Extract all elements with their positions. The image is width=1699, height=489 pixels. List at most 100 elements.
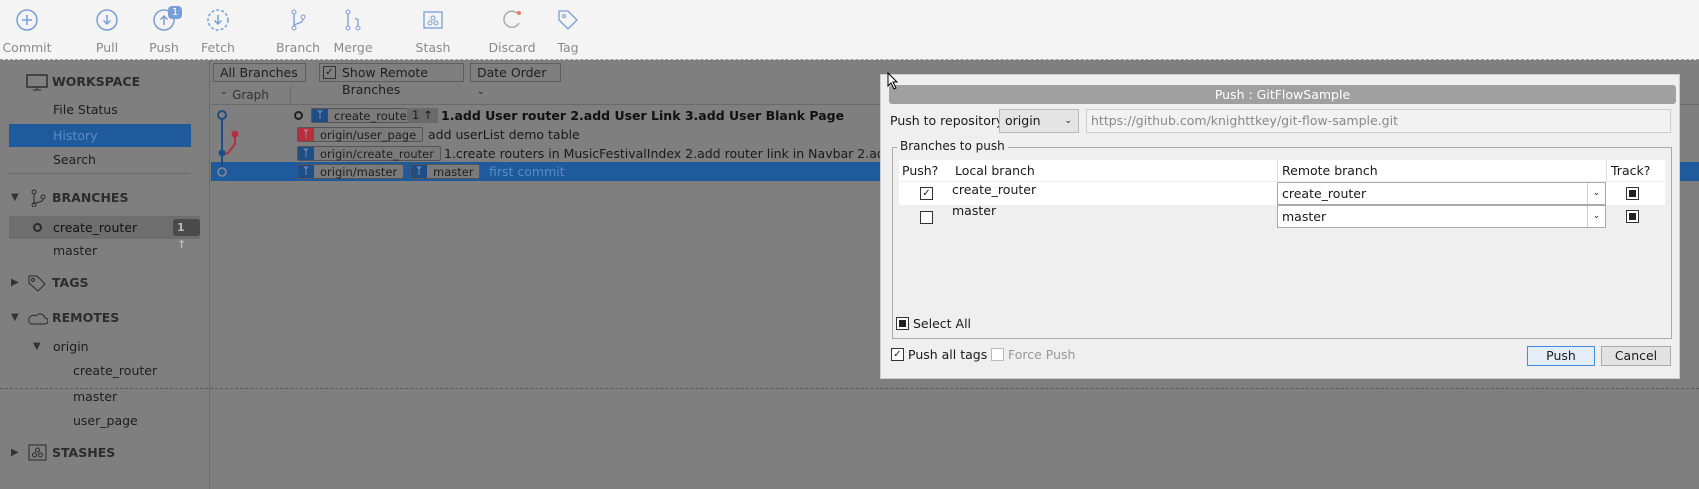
ref-name: master — [433, 165, 474, 179]
remote-branch-combo[interactable]: master ⌄ — [1277, 205, 1606, 228]
push-checkbox[interactable] — [920, 211, 933, 224]
branch-ref-tag: ᛉ master — [410, 164, 480, 179]
section-remotes[interactable]: ▼ REMOTES — [0, 307, 210, 329]
merge-button[interactable]: Merge — [323, 8, 383, 55]
section-workspace[interactable]: WORKSPACE — [0, 71, 210, 93]
commit-node — [217, 110, 227, 120]
history-label: History — [53, 128, 98, 143]
section-stashes[interactable]: ▶ STASHES — [0, 442, 210, 464]
chevron-down-icon: ▼ — [33, 341, 41, 352]
fetch-icon — [207, 9, 229, 31]
commit-message: 1.create routers in MusicFestivalIndex 2… — [444, 146, 934, 161]
fetch-button[interactable]: Fetch — [188, 8, 248, 55]
branch-icon: ᛉ — [411, 165, 427, 178]
push-checkbox[interactable]: ✓ — [920, 187, 933, 200]
sidebar-remote-branch[interactable]: create_router — [0, 360, 210, 382]
stash-button[interactable]: Stash — [403, 8, 463, 55]
branch-row: master master ⌄ — [899, 203, 1665, 228]
checkbox-indeterminate[interactable] — [896, 317, 909, 330]
merge-label: Merge — [333, 40, 373, 55]
ref-name: origin/create_router — [320, 147, 434, 161]
workspace-label: WORKSPACE — [52, 74, 141, 89]
commit-message: first commit — [489, 164, 565, 179]
track-checkbox[interactable] — [1626, 187, 1639, 200]
sidebar-branch-create-router[interactable]: create_router 1 ↑ — [9, 216, 200, 251]
branch-name: create_router — [53, 220, 138, 235]
remote-branch-combo[interactable]: create_router ⌄ — [1277, 182, 1606, 205]
file-status-label: File Status — [53, 102, 118, 117]
graph-column-header[interactable]: Graph — [211, 86, 291, 105]
checkbox-unchecked[interactable] — [991, 348, 1004, 361]
stashes-label: STASHES — [52, 445, 116, 460]
order-value: Date Order — [477, 65, 547, 80]
cloud-icon — [28, 313, 48, 325]
push-dialog: Push : GitFlowSample Push to repository:… — [880, 74, 1680, 379]
sidebar-branch-master[interactable]: master — [0, 240, 210, 262]
local-branch: master — [952, 203, 997, 218]
show-remote-branches-checkbox[interactable]: ✓ Show Remote Branches — [319, 63, 464, 97]
commit-button[interactable]: Commit — [0, 8, 57, 55]
chevron-down-icon: ⌄ — [1064, 116, 1072, 126]
checkbox-checked[interactable]: ✓ — [891, 348, 904, 361]
cancel-button[interactable]: Cancel — [1601, 346, 1671, 366]
pane-splitter[interactable] — [0, 388, 1699, 389]
mouse-cursor-icon — [887, 72, 899, 90]
remote-branch-name: create_router — [73, 363, 158, 378]
tags-label: TAGS — [52, 275, 89, 290]
ahead-badge: 1 ↑ — [407, 108, 438, 123]
ref-name: create_router — [334, 109, 412, 123]
push-confirm-button[interactable]: Push — [1527, 346, 1595, 366]
repository-value: origin — [1005, 113, 1041, 128]
tag-label: Tag — [557, 40, 579, 55]
group-label: Branches to push — [897, 139, 1008, 153]
select-all-checkbox[interactable]: Select All — [896, 316, 971, 332]
section-tags[interactable]: ▶ TAGS — [0, 272, 210, 294]
chevron-down-icon: ⌄ — [1587, 206, 1605, 227]
push-all-tags-checkbox[interactable]: ✓ Push all tags — [891, 347, 987, 363]
repository-url-field[interactable]: https://github.com/knighttkey/git-flow-s… — [1086, 109, 1671, 133]
col-push: Push? — [902, 163, 939, 178]
branch-icon — [31, 189, 46, 207]
col-local: Local branch — [955, 163, 1035, 178]
url-value: https://github.com/knighttkey/git-flow-s… — [1091, 113, 1398, 128]
commit-label: Commit — [2, 40, 52, 55]
branch-button[interactable]: Branch — [268, 8, 328, 55]
sidebar-remote-branch[interactable]: master — [0, 386, 210, 408]
push-count-badge: 1 — [168, 6, 183, 19]
branches-label: BRANCHES — [52, 190, 129, 205]
merge-icon — [345, 9, 361, 31]
branch-icon: ᛉ — [298, 147, 314, 160]
commit-graph — [217, 110, 239, 177]
branch-ref-tag: ᛉ origin/create_router — [297, 146, 441, 161]
branch-icon: ᛉ — [298, 128, 314, 141]
pull-button[interactable]: Pull — [77, 8, 137, 55]
repository-select[interactable]: origin ⌄ — [999, 109, 1079, 133]
remote-branch-value: master — [1282, 209, 1327, 224]
branch-ref-tag: ᛉ create_router — [311, 108, 419, 123]
force-push-checkbox[interactable]: Force Push — [991, 347, 1075, 363]
push-all-tags-label: Push all tags — [908, 347, 988, 362]
sidebar-remote-branch[interactable]: user_page — [0, 410, 210, 432]
commit-message: add userList demo table — [428, 127, 580, 142]
section-branches[interactable]: ▼ BRANCHES — [0, 187, 210, 209]
discard-icon — [503, 10, 521, 28]
branch-icon — [291, 9, 306, 31]
discard-button[interactable]: Discard — [482, 8, 542, 55]
commit-node — [217, 167, 227, 177]
sidebar-remote-origin[interactable]: ▼ origin — [0, 336, 210, 358]
checkbox-checked[interactable]: ✓ — [323, 66, 336, 79]
tag-icon — [28, 275, 46, 292]
branch-filter-dropdown[interactable]: All Branches ⌄ — [213, 63, 306, 97]
branch-label: Branch — [275, 40, 321, 55]
track-checkbox[interactable] — [1626, 210, 1639, 223]
remote-branch-name: master — [73, 389, 118, 404]
toolbar: Commit Pull 1 Push Fetch Branch Merge Sta… — [0, 0, 1699, 60]
sidebar-item-file-status[interactable]: File Status — [0, 99, 210, 121]
push-button[interactable]: 1 Push — [134, 6, 194, 55]
tag-button[interactable]: Tag — [538, 8, 598, 55]
sidebar-item-search[interactable]: Search — [0, 149, 210, 171]
sidebar-item-history[interactable]: History — [9, 124, 191, 147]
commit-node — [231, 130, 239, 138]
local-branch: create_router — [952, 182, 1037, 197]
order-dropdown[interactable]: Date Order ⌄ — [470, 63, 561, 97]
